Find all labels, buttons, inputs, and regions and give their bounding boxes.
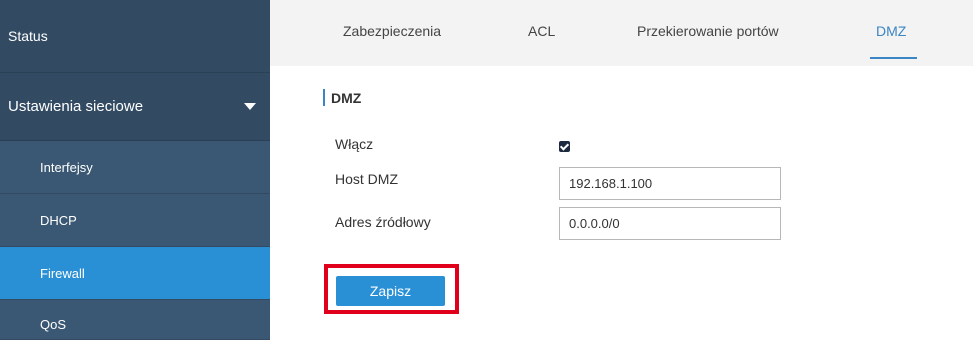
sidebar-item-label: QoS bbox=[40, 317, 67, 332]
sidebar-item-label: Interfejsy bbox=[40, 160, 93, 175]
dmz-host-input[interactable]: 192.168.1.100 bbox=[559, 167, 781, 200]
sidebar-item-status[interactable]: Status bbox=[0, 0, 270, 73]
enable-label: Włącz bbox=[335, 136, 374, 152]
sidebar-item-network-settings[interactable]: Ustawienia sieciowe bbox=[0, 73, 270, 141]
active-tab-indicator bbox=[870, 57, 917, 59]
tab-dmz[interactable]: DMZ bbox=[876, 23, 906, 39]
source-address-input[interactable]: 0.0.0.0/0 bbox=[559, 207, 781, 240]
sidebar-item-interfaces[interactable]: Interfejsy bbox=[0, 141, 270, 194]
caret-down-icon bbox=[244, 103, 256, 110]
sidebar-item-label: DHCP bbox=[40, 213, 77, 228]
source-address-label: Adres źródłowy bbox=[335, 214, 431, 230]
sidebar-item-label: Status bbox=[8, 28, 48, 44]
sidebar-item-label: Firewall bbox=[40, 266, 85, 281]
section-title: DMZ bbox=[331, 90, 362, 106]
tab-port-forwarding[interactable]: Przekierowanie portów bbox=[637, 23, 779, 39]
sidebar-item-qos[interactable]: QoS bbox=[0, 300, 270, 340]
enable-checkbox[interactable] bbox=[559, 141, 570, 152]
dmz-host-label: Host DMZ bbox=[335, 171, 398, 187]
tab-acl[interactable]: ACL bbox=[528, 23, 555, 39]
sidebar-item-firewall[interactable]: Firewall bbox=[0, 247, 270, 300]
sidebar-item-dhcp[interactable]: DHCP bbox=[0, 194, 270, 247]
sidebar: Status Ustawienia sieciowe Interfejsy DH… bbox=[0, 0, 270, 340]
tab-security[interactable]: Zabezpieczenia bbox=[343, 23, 441, 39]
save-button[interactable]: Zapisz bbox=[336, 276, 445, 306]
sidebar-item-label: Ustawienia sieciowe bbox=[8, 98, 144, 115]
